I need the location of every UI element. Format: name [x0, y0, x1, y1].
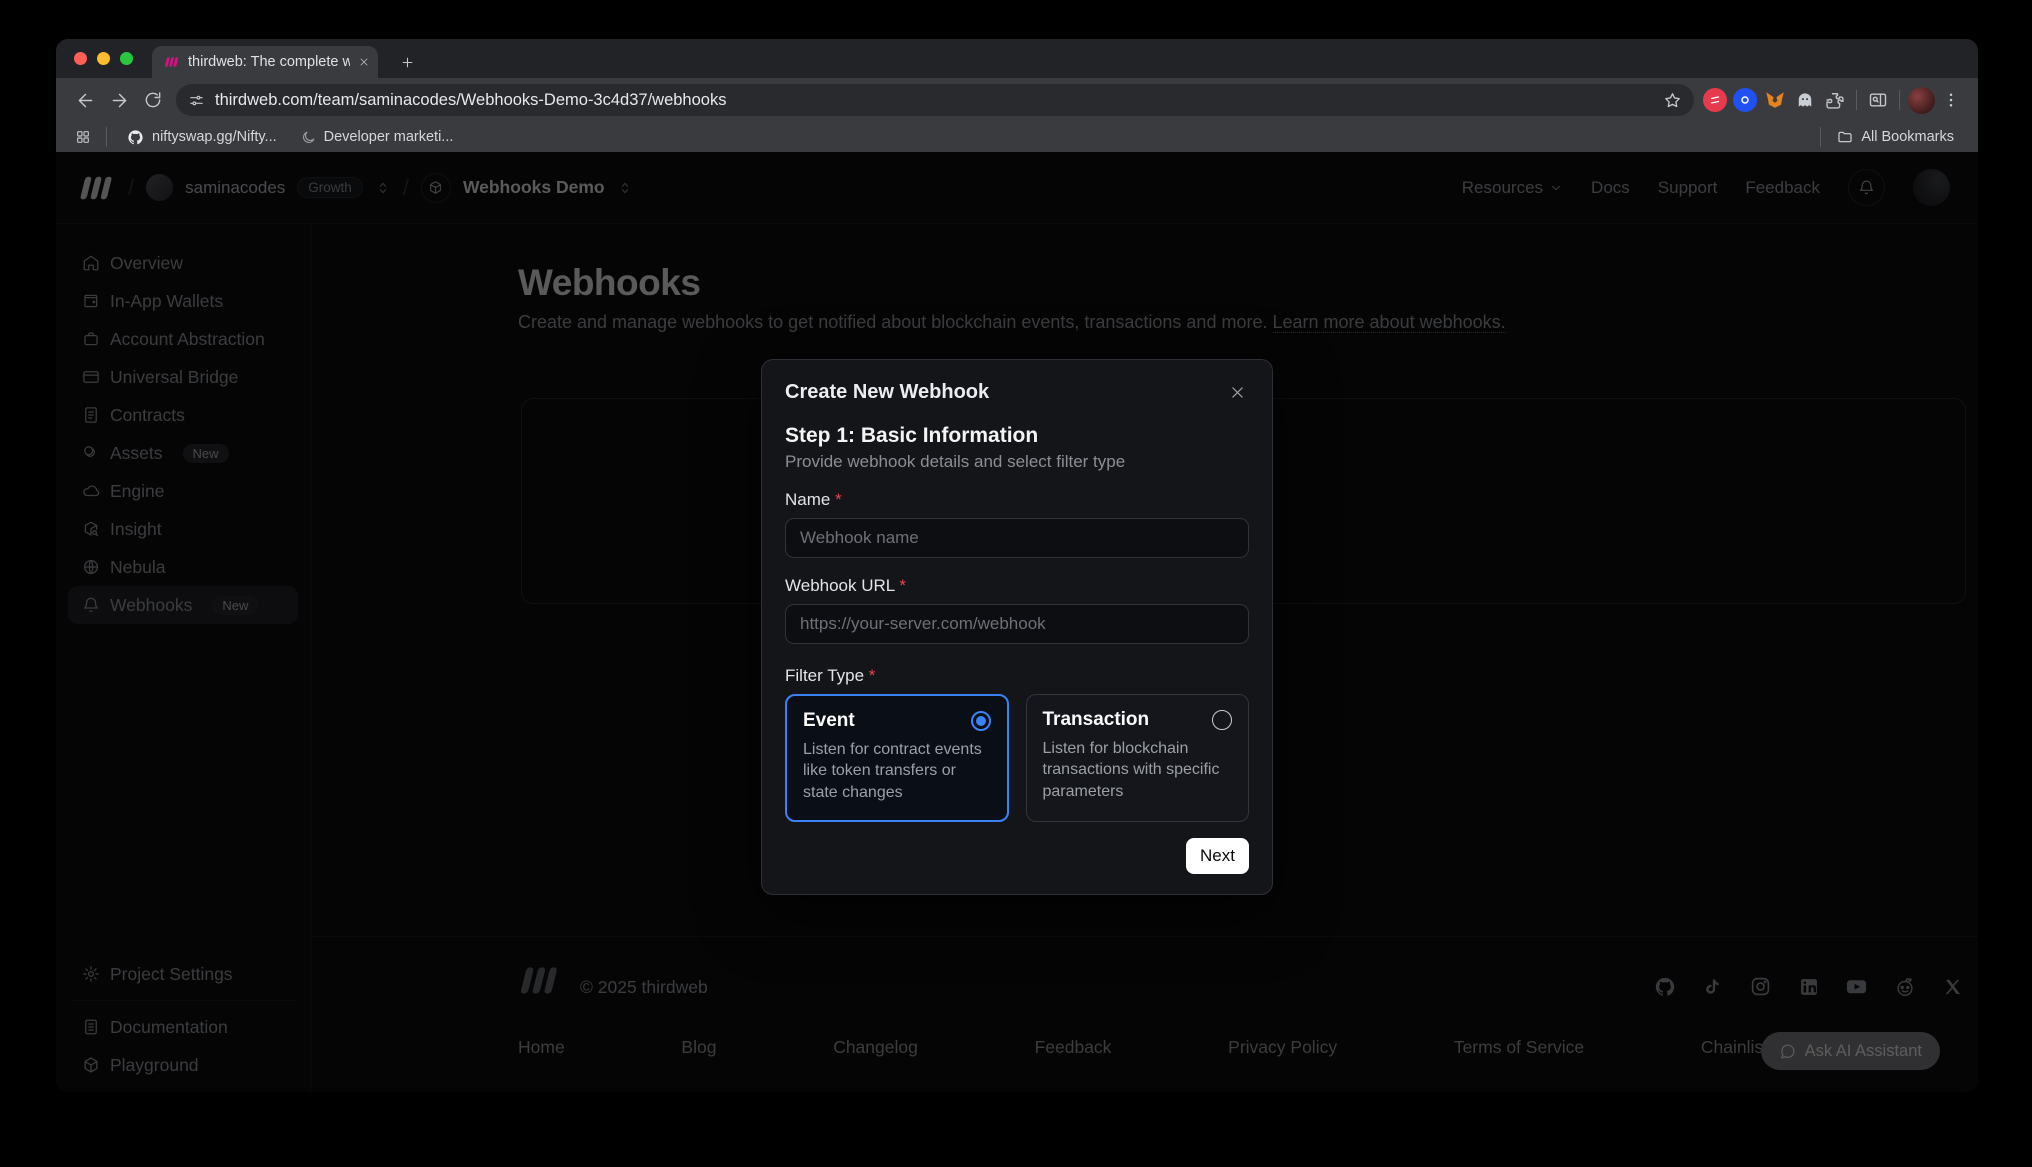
create-webhook-modal: Create New Webhook Step 1: Basic Informa…: [761, 359, 1273, 895]
url-label: Webhook URL *: [785, 576, 1249, 596]
all-bookmarks-label: All Bookmarks: [1861, 129, 1954, 145]
zoom-window-button[interactable]: [120, 52, 133, 65]
required-asterisk: *: [899, 576, 906, 595]
new-tab-button[interactable]: [394, 49, 420, 75]
bookmarks-separator-right: [1820, 127, 1821, 147]
thirdweb-favicon: [164, 56, 180, 68]
next-button[interactable]: Next: [1186, 838, 1249, 874]
site-info-icon[interactable]: [188, 92, 205, 109]
option-title: Event: [803, 710, 855, 732]
tab-title: thirdweb: The complete web3: [188, 54, 350, 70]
back-button[interactable]: [68, 83, 102, 117]
filter-type-options: Event Listen for contract events like to…: [785, 694, 1249, 822]
zerion-extension-icon[interactable]: [1700, 85, 1730, 115]
address-bar[interactable]: thirdweb.com/team/saminacodes/Webhooks-D…: [176, 84, 1694, 116]
radio-selected-icon[interactable]: [971, 711, 991, 731]
folder-icon: [1837, 129, 1853, 145]
page-viewport: / saminacodes Growth / Webhooks Demo Res…: [56, 152, 1978, 1092]
metamask-extension-icon[interactable]: [1760, 85, 1790, 115]
tab-strip: thirdweb: The complete web3: [56, 39, 1978, 78]
extensions-puzzle-icon[interactable]: [1820, 85, 1850, 115]
bookmark-label: niftyswap.gg/Nifty...: [152, 129, 277, 145]
apps-grid-button[interactable]: [70, 125, 96, 149]
bookmarks-bar: niftyswap.gg/Nifty... Developer marketi.…: [56, 122, 1978, 152]
filter-option-transaction[interactable]: Transaction Listen for blockchain transa…: [1026, 694, 1250, 822]
browser-window: thirdweb: The complete web3 thirdweb.com…: [56, 39, 1978, 1092]
reload-icon: [143, 90, 163, 110]
github-bookmark-icon: [127, 129, 144, 146]
close-window-button[interactable]: [74, 52, 87, 65]
option-description: Listen for contract events like token tr…: [803, 739, 991, 803]
bookmark-label: Developer marketi...: [324, 129, 454, 145]
required-asterisk: *: [835, 490, 842, 509]
option-description: Listen for blockchain transactions with …: [1043, 738, 1233, 802]
webhook-url-input[interactable]: [785, 604, 1249, 644]
all-bookmarks-button[interactable]: All Bookmarks: [1827, 125, 1964, 149]
bookmark-star-icon[interactable]: [1663, 91, 1682, 110]
crescent-icon: [301, 130, 316, 145]
step-description: Provide webhook details and select filte…: [785, 452, 1249, 472]
side-search-button[interactable]: [1863, 85, 1893, 115]
screen: thirdweb: The complete web3 thirdweb.com…: [0, 0, 2032, 1167]
option-title: Transaction: [1043, 709, 1150, 731]
webhook-name-input[interactable]: [785, 518, 1249, 558]
url-text: thirdweb.com/team/saminacodes/Webhooks-D…: [215, 91, 1653, 110]
back-icon: [75, 90, 96, 111]
filter-option-event[interactable]: Event Listen for contract events like to…: [785, 694, 1009, 822]
menu-dots-button[interactable]: [1936, 85, 1966, 115]
step-title: Step 1: Basic Information: [785, 424, 1249, 448]
coinbase-extension-icon[interactable]: [1730, 85, 1760, 115]
required-asterisk: *: [869, 666, 876, 685]
plus-icon: [400, 55, 415, 70]
minimize-window-button[interactable]: [97, 52, 110, 65]
modal-title: Create New Webhook: [785, 381, 989, 404]
profile-avatar[interactable]: [1906, 85, 1936, 115]
name-label: Name *: [785, 490, 1249, 510]
modal-close-button[interactable]: [1225, 380, 1249, 404]
forward-button[interactable]: [102, 83, 136, 117]
toolbar-separator: [1856, 90, 1857, 110]
side-search-icon: [1868, 90, 1888, 110]
window-controls: [74, 52, 133, 65]
bookmark-niftyswap[interactable]: niftyswap.gg/Nifty...: [117, 125, 287, 149]
phantom-extension-icon[interactable]: [1790, 85, 1820, 115]
close-icon: [1229, 384, 1246, 401]
bookmarks-separator: [106, 127, 107, 147]
browser-tab[interactable]: thirdweb: The complete web3: [152, 46, 378, 78]
forward-icon: [109, 90, 130, 111]
reload-button[interactable]: [136, 83, 170, 117]
menu-dots-icon: [1942, 91, 1960, 109]
toolbar-separator-2: [1899, 90, 1900, 110]
browser-toolbar: thirdweb.com/team/saminacodes/Webhooks-D…: [56, 78, 1978, 122]
tab-close-icon[interactable]: [358, 56, 370, 68]
radio-unselected-icon[interactable]: [1212, 710, 1232, 730]
apps-grid-icon: [75, 129, 91, 145]
filter-type-label: Filter Type *: [785, 666, 1249, 686]
bookmark-developer-marketing[interactable]: Developer marketi...: [291, 125, 464, 149]
